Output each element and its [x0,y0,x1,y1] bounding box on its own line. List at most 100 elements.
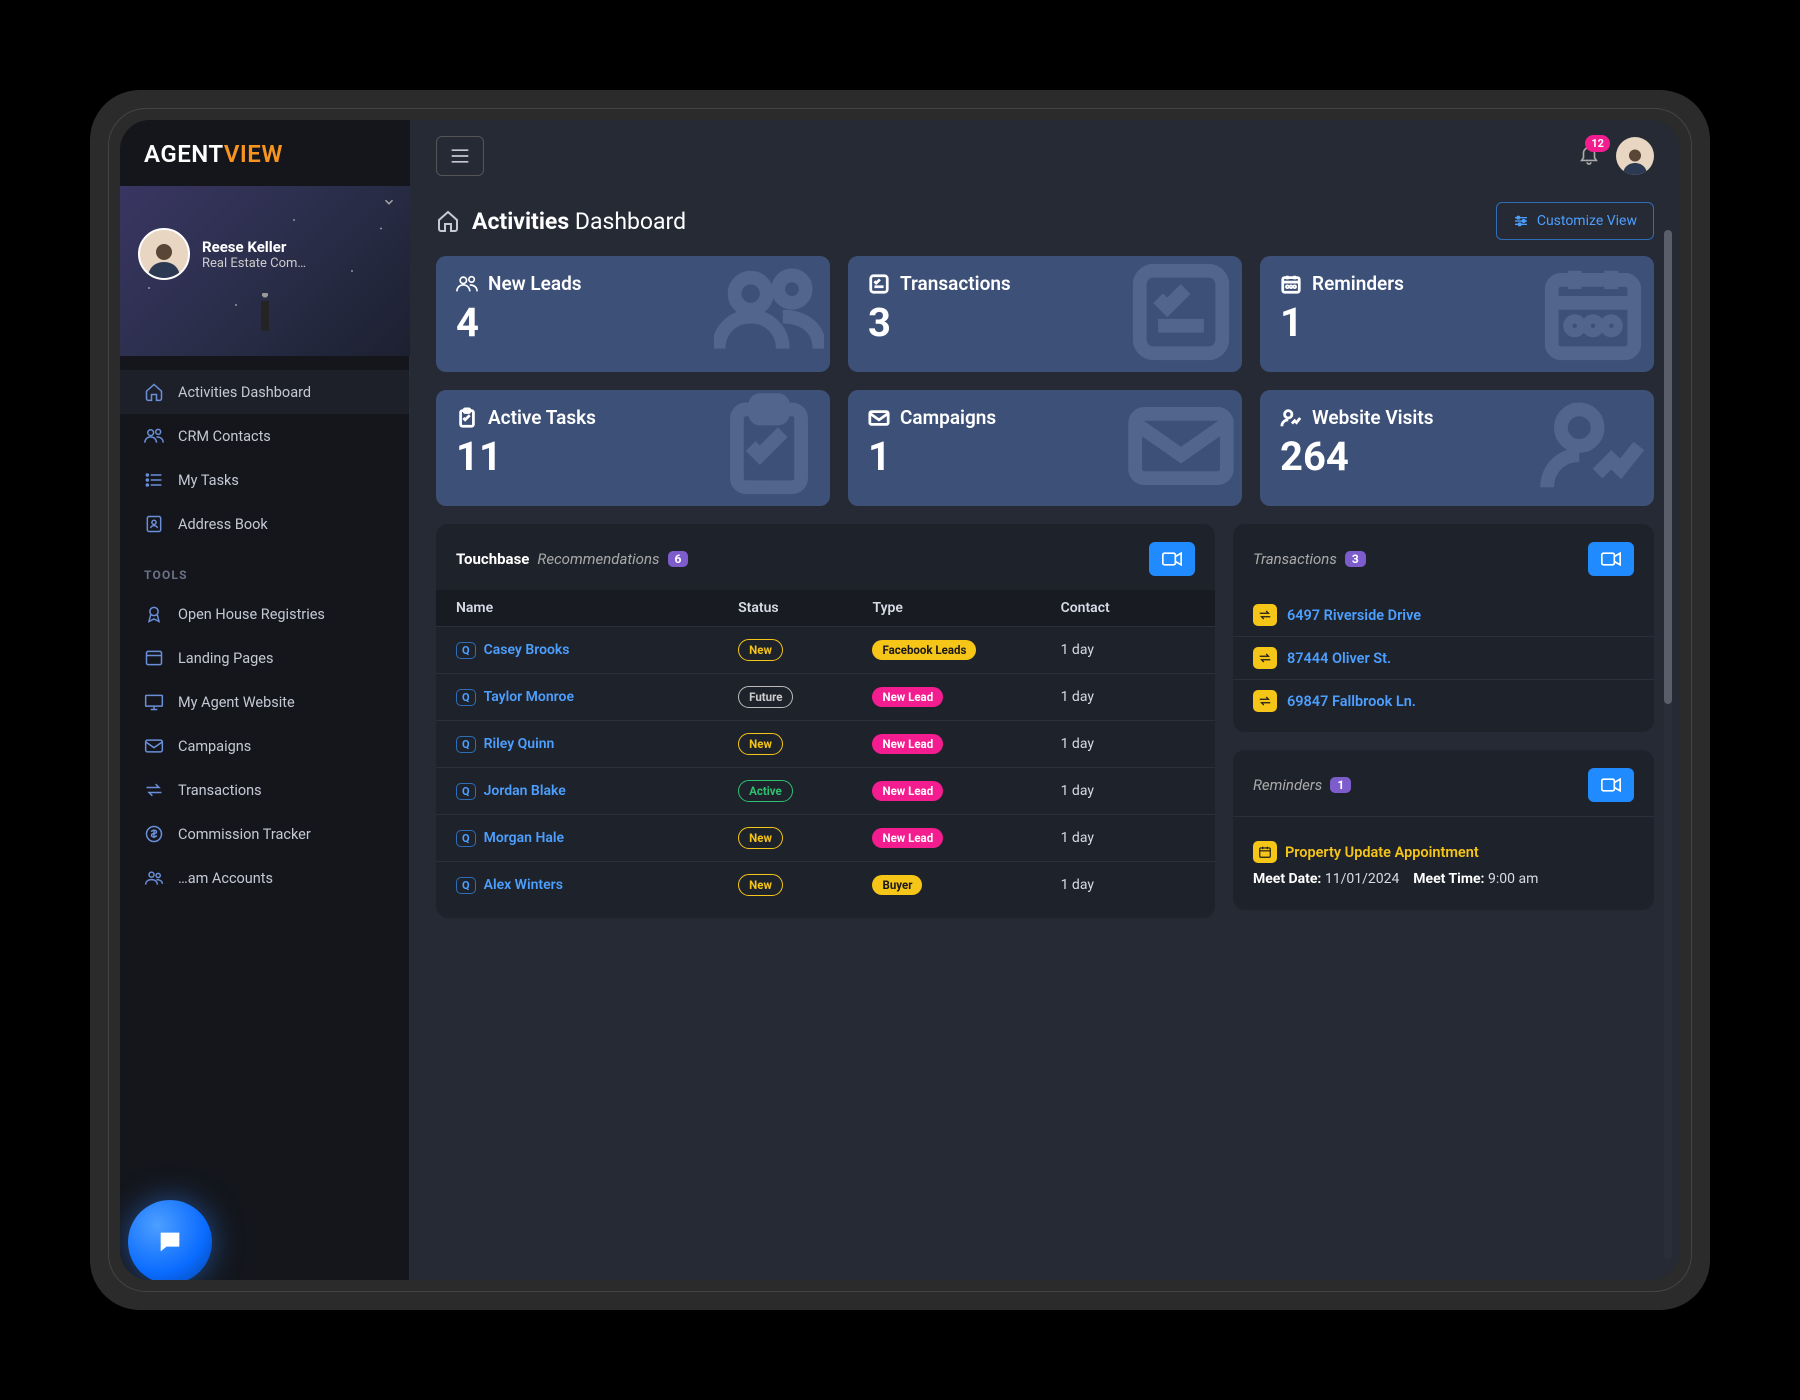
user-hero: Reese Keller Real Estate Com… [120,186,410,356]
sidebar-item-transactions[interactable]: Transactions [120,768,409,812]
sidebar-item-my-agent-website[interactable]: My Agent Website [120,680,409,724]
avatar[interactable] [138,228,190,280]
list-item[interactable]: 87444 Oliver St. [1233,636,1654,679]
type-badge: New Lead [872,734,943,754]
lead-name-link[interactable]: Morgan Hale [484,830,564,846]
table-row[interactable]: QMorgan Hale New New Lead 1 day [436,814,1215,861]
stat-card-campaigns[interactable]: Campaigns 1 [848,390,1242,506]
badge-icon [144,604,164,624]
home-icon [436,209,460,233]
stat-cards: New Leads 4 Transactions 3 Reminders 1 A… [436,256,1654,506]
contact-age: 1 day [1061,830,1195,846]
sidebar-item-label: CRM Contacts [178,428,271,445]
stat-card-website-visits[interactable]: Website Visits 264 [1260,390,1654,506]
table-row[interactable]: QCasey Brooks New Facebook Leads 1 day [436,626,1215,673]
customize-view-button[interactable]: Customize View [1496,202,1654,240]
user-name: Reese Keller [202,238,306,256]
status-badge: Future [738,686,793,708]
contact-age: 1 day [1061,689,1195,705]
sidebar-nav: Activities Dashboard CRM Contacts My Tasks… [120,356,410,1280]
people-icon [456,273,478,295]
people-icon [144,426,164,446]
transactions-video-button[interactable] [1588,542,1634,576]
user-menu-avatar[interactable] [1616,137,1654,175]
q-chip: Q [456,642,476,659]
sidebar-item-label: My Tasks [178,472,239,489]
sidebar-item-label: Landing Pages [178,650,273,667]
main: 12 Activities Dashboard Customize View N… [410,120,1680,1280]
sidebar-item-activities-dashboard[interactable]: Activities Dashboard [120,370,409,414]
stat-card-transactions[interactable]: Transactions 3 [848,256,1242,372]
status-badge: New [738,733,783,755]
user-role: Real Estate Com… [202,256,306,271]
touchbase-count-badge: 6 [668,551,689,567]
lead-name-link[interactable]: Alex Winters [484,877,563,893]
monitor-icon [144,692,164,712]
sidebar-item-my-tasks[interactable]: My Tasks [120,458,409,502]
list-item[interactable]: 69847 Fallbrook Ln. [1233,679,1654,722]
touchbase-panel: Touchbase Recommendations 6 Name Status … [436,524,1215,918]
status-badge: New [738,874,783,896]
notifications-badge: 12 [1585,135,1610,152]
calendar-icon [1253,841,1277,863]
reminders-count-badge: 1 [1330,777,1351,793]
chevron-down-icon[interactable] [382,194,396,213]
q-chip: Q [456,783,476,800]
chat-bubble-button[interactable] [128,1200,212,1280]
exchange-icon [1253,647,1277,669]
sidebar-item-address-book[interactable]: Address Book [120,502,409,546]
type-badge: New Lead [872,781,943,801]
q-chip: Q [456,830,476,847]
list-icon [144,470,164,490]
stat-card-reminders[interactable]: Reminders 1 [1260,256,1654,372]
reminder-item-title[interactable]: Property Update Appointment [1253,841,1634,863]
exchange-icon [144,780,164,800]
transaction-link[interactable]: 6497 Riverside Drive [1287,607,1421,624]
scrollbar[interactable] [1664,230,1672,1260]
lead-name-link[interactable]: Taylor Monroe [484,689,574,705]
lead-name-link[interactable]: Riley Quinn [484,736,555,752]
type-badge: New Lead [872,687,943,707]
sidebar-item-landing-pages[interactable]: Landing Pages [120,636,409,680]
sidebar-item-label: Transactions [178,782,262,799]
table-row[interactable]: QTaylor Monroe Future New Lead 1 day [436,673,1215,720]
table-row[interactable]: QAlex Winters New Buyer 1 day [436,861,1215,908]
sidebar-item-team-accounts[interactable]: …am Accounts [120,856,409,900]
coin-icon [144,824,164,844]
sidebar-item-label: Activities Dashboard [178,384,311,401]
stat-card-new-leads[interactable]: New Leads 4 [436,256,830,372]
sidebar-item-campaigns[interactable]: Campaigns [120,724,409,768]
sidebar-item-label: Campaigns [178,738,251,755]
menu-toggle-button[interactable] [436,136,484,176]
transaction-link[interactable]: 87444 Oliver St. [1287,650,1391,667]
list-item[interactable]: 6497 Riverside Drive [1233,594,1654,636]
sidebar-item-open-house-registries[interactable]: Open House Registries [120,592,409,636]
sidebar-item-crm-contacts[interactable]: CRM Contacts [120,414,409,458]
touchbase-video-button[interactable] [1149,542,1195,576]
table-row[interactable]: QRiley Quinn New New Lead 1 day [436,720,1215,767]
reminders-video-button[interactable] [1588,768,1634,802]
page-header: Activities Dashboard Customize View [410,192,1680,256]
brand-logo: AGENTVIEW [120,120,410,176]
lead-name-link[interactable]: Casey Brooks [484,642,570,658]
q-chip: Q [456,736,476,753]
reminder-item-meta: Meet Date: 11/01/2024 Meet Time: 9:00 am [1253,869,1634,890]
sidebar-item-label: My Agent Website [178,694,295,711]
sidebar-item-commission-tracker[interactable]: Commission Tracker [120,812,409,856]
contact-age: 1 day [1061,783,1195,799]
transactions-count-badge: 3 [1345,551,1366,567]
envelope-icon [868,407,890,429]
sidebar: AGENTVIEW Reese Keller Real Estate Com… … [120,120,410,1280]
q-chip: Q [456,877,476,894]
sidebar-section-label: TOOLS [120,546,409,592]
exchange-icon [1253,604,1277,626]
sidebar-item-label: Address Book [178,516,268,533]
lead-name-link[interactable]: Jordan Blake [484,783,566,799]
notifications-button[interactable]: 12 [1578,143,1600,169]
type-badge: Facebook Leads [872,640,976,660]
table-row[interactable]: QJordan Blake Active New Lead 1 day [436,767,1215,814]
sidebar-item-label: Commission Tracker [178,826,311,843]
sidebar-item-label: …am Accounts [178,870,273,887]
stat-card-active-tasks[interactable]: Active Tasks 11 [436,390,830,506]
transaction-link[interactable]: 69847 Fallbrook Ln. [1287,693,1416,710]
